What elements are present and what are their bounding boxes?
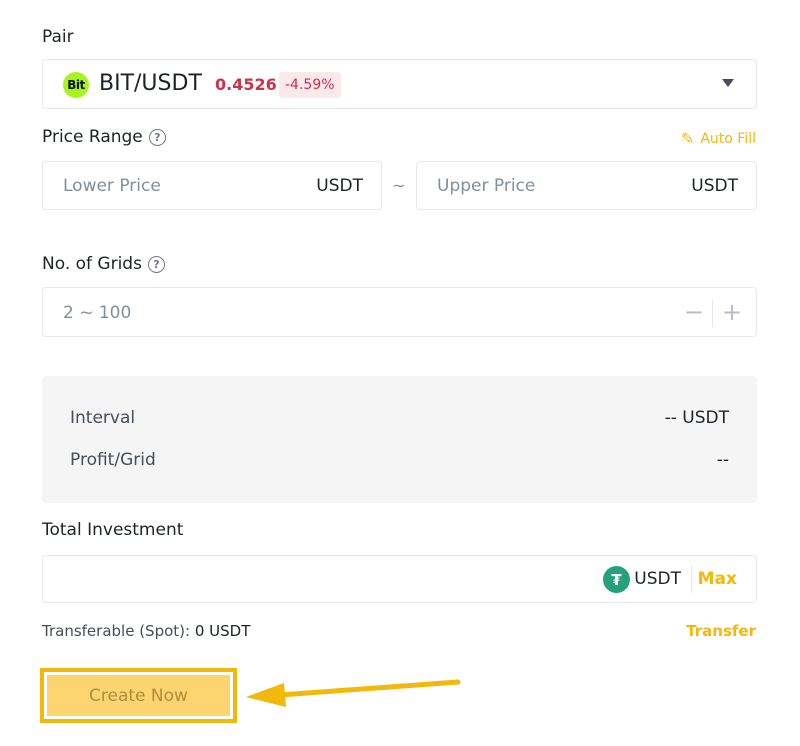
pair-label: Pair: [42, 27, 74, 47]
grid-summary-panel: Interval -- USDT Profit/Grid --: [42, 376, 757, 503]
pencil-icon: ✎: [680, 129, 695, 148]
transferable-balance: Transferable (Spot): 0 USDT: [42, 622, 250, 640]
grids-label-text: No. of Grids: [42, 254, 142, 274]
upper-price-placeholder: Upper Price: [437, 176, 536, 196]
lower-price-input[interactable]: Lower Price USDT: [42, 161, 382, 210]
plus-icon[interactable]: +: [722, 298, 742, 326]
stepper-divider: [712, 299, 713, 327]
interval-label: Interval: [70, 408, 136, 428]
profit-grid-value: --: [716, 450, 729, 470]
grids-input[interactable]: 2 ~ 100 − +: [42, 287, 757, 337]
bit-coin-icon: Bit: [63, 72, 89, 98]
interval-value: -- USDT: [664, 408, 729, 428]
lower-price-placeholder: Lower Price: [63, 176, 161, 196]
create-now-highlight: Create Now: [40, 668, 237, 723]
question-circle-icon[interactable]: ?: [148, 128, 166, 146]
transferable-value: 0 USDT: [194, 622, 251, 640]
caret-down-icon[interactable]: [722, 79, 734, 87]
max-button[interactable]: Max: [698, 569, 737, 589]
auto-fill-button[interactable]: ✎ Auto Fill: [681, 129, 756, 148]
price-range-label: Price Range ?: [42, 127, 166, 147]
usdt-coin-icon: ₮: [603, 566, 630, 593]
total-investment-input[interactable]: ₮ USDT Max: [42, 555, 757, 603]
pair-price: 0.4526: [215, 75, 277, 94]
auto-fill-label: Auto Fill: [700, 130, 756, 147]
question-circle-icon[interactable]: ?: [147, 255, 165, 273]
grids-label: No. of Grids ?: [42, 254, 165, 274]
profit-grid-label: Profit/Grid: [70, 450, 156, 470]
upper-price-unit: USDT: [691, 176, 738, 196]
arrow-left-icon: [246, 679, 461, 707]
grids-placeholder: 2 ~ 100: [63, 303, 132, 323]
create-now-button[interactable]: Create Now: [47, 675, 230, 716]
investment-unit: USDT: [634, 569, 681, 589]
pair-change-badge: -4.59%: [279, 72, 341, 98]
minus-icon[interactable]: −: [684, 298, 704, 326]
investment-divider: [691, 565, 692, 593]
transfer-link[interactable]: Transfer: [686, 622, 756, 640]
pair-select[interactable]: Bit BIT/USDT 0.4526 -4.59%: [42, 59, 757, 109]
pair-name: BIT/USDT: [99, 71, 202, 96]
total-investment-label: Total Investment: [42, 520, 184, 540]
upper-price-input[interactable]: Upper Price USDT: [416, 161, 757, 210]
range-separator: ~: [392, 176, 406, 195]
lower-price-unit: USDT: [316, 176, 363, 196]
transferable-label: Transferable (Spot):: [42, 622, 191, 640]
price-range-label-text: Price Range: [42, 127, 143, 147]
